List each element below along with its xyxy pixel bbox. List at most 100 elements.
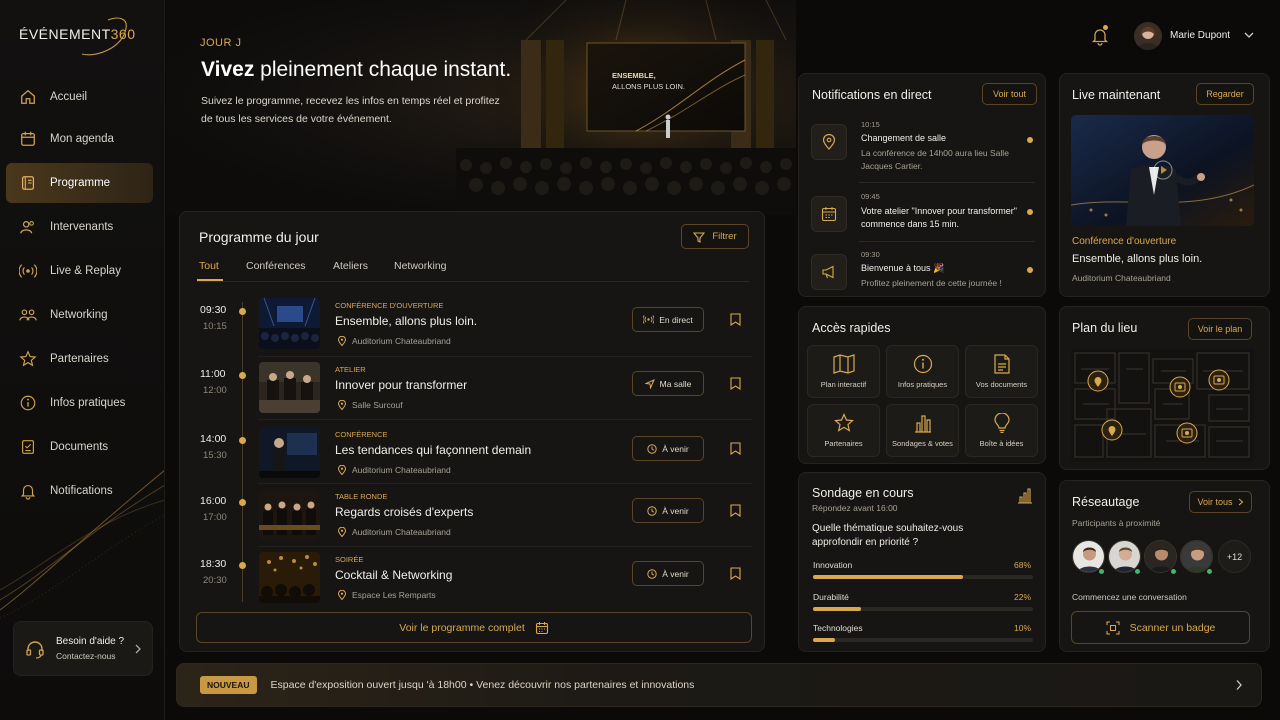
- sidebar-item-live[interactable]: Live & Replay: [6, 251, 153, 291]
- quick-item-documents[interactable]: Vos documents: [965, 345, 1038, 398]
- sidebar-item-agenda[interactable]: Mon agenda: [6, 119, 153, 159]
- sidebar-item-label: Intervenants: [50, 221, 114, 233]
- hero-day-label: JOUR J: [200, 37, 242, 49]
- chevron-right-icon[interactable]: [1235, 679, 1243, 691]
- upcoming-button[interactable]: À venir: [632, 498, 704, 523]
- notification-item[interactable]: 09:45 Votre atelier "Innover pour transf…: [811, 192, 1033, 246]
- session-name: Les tendances qui façonnent demain: [335, 443, 532, 457]
- live-button[interactable]: En direct: [632, 307, 704, 332]
- sidebar-item-programme[interactable]: Programme: [6, 163, 153, 203]
- see-all-participants-button[interactable]: Voir tous: [1189, 491, 1252, 513]
- sidebar-item-accueil[interactable]: Accueil: [6, 77, 153, 117]
- upcoming-button[interactable]: À venir: [632, 436, 704, 461]
- help-title: Besoin d'aide ?: [56, 636, 125, 647]
- quick-item-idees[interactable]: Boîte à idées: [965, 404, 1038, 457]
- survey-option-fill: [813, 607, 862, 611]
- chevron-down-icon[interactable]: [1244, 31, 1254, 39]
- quick-access-title: Accès rapides: [812, 321, 891, 335]
- notification-badge: [1103, 25, 1108, 30]
- quick-item-plan[interactable]: Plan interactif: [807, 345, 880, 398]
- session-category: Soirée: [335, 555, 364, 564]
- survey-option-label[interactable]: Innovation: [813, 560, 852, 570]
- bookmark-icon[interactable]: [730, 504, 741, 517]
- map-icon: [832, 354, 855, 374]
- live-video-thumbnail[interactable]: [1071, 115, 1254, 226]
- announcement-text: Espace d'exposition ouvert jusqu 'à 18h0…: [270, 679, 695, 691]
- session-end: 10:15: [203, 321, 227, 332]
- see-all-button[interactable]: Voir tout: [982, 83, 1037, 105]
- start-conversation-text: Commencez une conversation: [1072, 592, 1187, 602]
- qr-scan-icon: [1106, 620, 1120, 635]
- sidebar-item-label: Accueil: [50, 91, 88, 103]
- bookmark-icon[interactable]: [730, 442, 741, 455]
- scan-badge-button[interactable]: Scanner un badge: [1071, 611, 1250, 644]
- hero-banner: ENSEMBLE, ALLONS PLUS LOIN. JOUR J Vivez …: [166, 0, 796, 215]
- upcoming-button[interactable]: À venir: [632, 561, 704, 586]
- live-location: Auditorium Chateaubriand: [1072, 273, 1171, 283]
- sidebar-item-label: Networking: [50, 309, 108, 321]
- session-row[interactable]: 11:00 12:00 Atelier Innover pour transfo…: [180, 362, 766, 430]
- quick-item-infos[interactable]: Infos pratiques: [886, 345, 959, 398]
- venue-floor-plan[interactable]: [1071, 349, 1254, 462]
- tab-conferences[interactable]: Conférences: [246, 260, 306, 272]
- bookmark-icon[interactable]: [730, 377, 741, 390]
- avatar[interactable]: [1134, 22, 1162, 50]
- new-badge: NOUVEAU: [200, 676, 257, 694]
- divider: [859, 241, 1035, 242]
- online-indicator: [1098, 568, 1105, 575]
- sidebar-item-intervenants[interactable]: Intervenants: [6, 207, 153, 247]
- session-location: Salle Surcouf: [338, 400, 403, 410]
- unread-dot: [1027, 267, 1033, 273]
- notification-item[interactable]: 09:30 Bienvenue à tous 🎉 Profitez pleine…: [811, 250, 1033, 304]
- more-participants-badge[interactable]: +12: [1218, 540, 1251, 573]
- filter-button[interactable]: Filtrer: [681, 224, 749, 249]
- timeline-dot: [239, 308, 246, 315]
- see-map-button[interactable]: Voir le plan: [1188, 318, 1252, 340]
- divider: [859, 182, 1035, 183]
- session-name: Regards croisés d'experts: [335, 505, 474, 519]
- session-start: 18:30: [200, 558, 227, 570]
- networking-title: Réseautage: [1072, 495, 1140, 509]
- sidebar-item-networking[interactable]: Networking: [6, 295, 153, 335]
- clock-icon: [647, 505, 657, 516]
- active-tab-indicator: [197, 279, 223, 281]
- full-programme-button[interactable]: Voir le programme complet: [196, 612, 752, 643]
- notification-time: 09:45: [861, 192, 880, 201]
- session-start: 14:00: [200, 433, 227, 445]
- notification-title: Changement de salle: [861, 133, 947, 143]
- sidebar-item-partenaires[interactable]: Partenaires: [6, 339, 153, 379]
- announcement-banner[interactable]: NOUVEAU Espace d'exposition ouvert jusqu…: [176, 663, 1262, 707]
- quick-item-sondages[interactable]: Sondages & votes: [886, 404, 959, 457]
- session-location: Auditorium Chateaubriand: [338, 527, 451, 537]
- survey-option-label[interactable]: Technologies: [813, 623, 863, 633]
- programme-panel: Programme du jour Filtrer Tout Conférenc…: [179, 211, 765, 652]
- session-thumbnail: [259, 298, 320, 349]
- session-row[interactable]: 16:00 17:00 Table ronde Regards croisés …: [180, 489, 766, 557]
- user-name[interactable]: Marie Dupont: [1170, 30, 1230, 41]
- sidebar-item-infos[interactable]: Infos pratiques: [6, 383, 153, 423]
- tab-ateliers[interactable]: Ateliers: [333, 260, 368, 272]
- bookmark-icon[interactable]: [730, 567, 741, 580]
- notification-text: Profitez pleinement de cette journée !: [861, 278, 1002, 288]
- session-row[interactable]: 18:30 20:30 Soirée Cocktail & Networking…: [180, 552, 766, 620]
- decorative-waves: [0, 470, 164, 619]
- my-room-button[interactable]: Ma salle: [632, 371, 704, 396]
- notification-item[interactable]: 10:15 Changement de salle La conférence …: [811, 120, 1033, 174]
- quick-item-partenaires[interactable]: Partenaires: [807, 404, 880, 457]
- bookmark-icon[interactable]: [730, 313, 741, 326]
- tab-networking[interactable]: Networking: [394, 260, 447, 272]
- session-row[interactable]: 14:00 15:30 Conférence Les tendances qui…: [180, 427, 766, 495]
- survey-panel: Sondage en cours Répondez avant 16:00 Qu…: [798, 472, 1046, 652]
- calendar-icon: [535, 621, 548, 634]
- survey-option-label[interactable]: Durabilité: [813, 592, 849, 602]
- row-divider: [258, 483, 752, 484]
- hero-description: Suivez le programme, recevez les infos e…: [201, 95, 500, 125]
- help-card[interactable]: Besoin d'aide ? Contactez-nous: [13, 621, 153, 676]
- notification-text: La conférence de 14h00 aura lieu Salle J…: [861, 148, 1009, 171]
- timeline-dot: [239, 499, 246, 506]
- session-category: Conférence d'ouverture: [335, 301, 444, 310]
- unread-dot: [1027, 137, 1033, 143]
- watch-button[interactable]: Regarder: [1196, 83, 1254, 105]
- filter-icon: [693, 231, 706, 243]
- tab-tout[interactable]: Tout: [199, 260, 219, 272]
